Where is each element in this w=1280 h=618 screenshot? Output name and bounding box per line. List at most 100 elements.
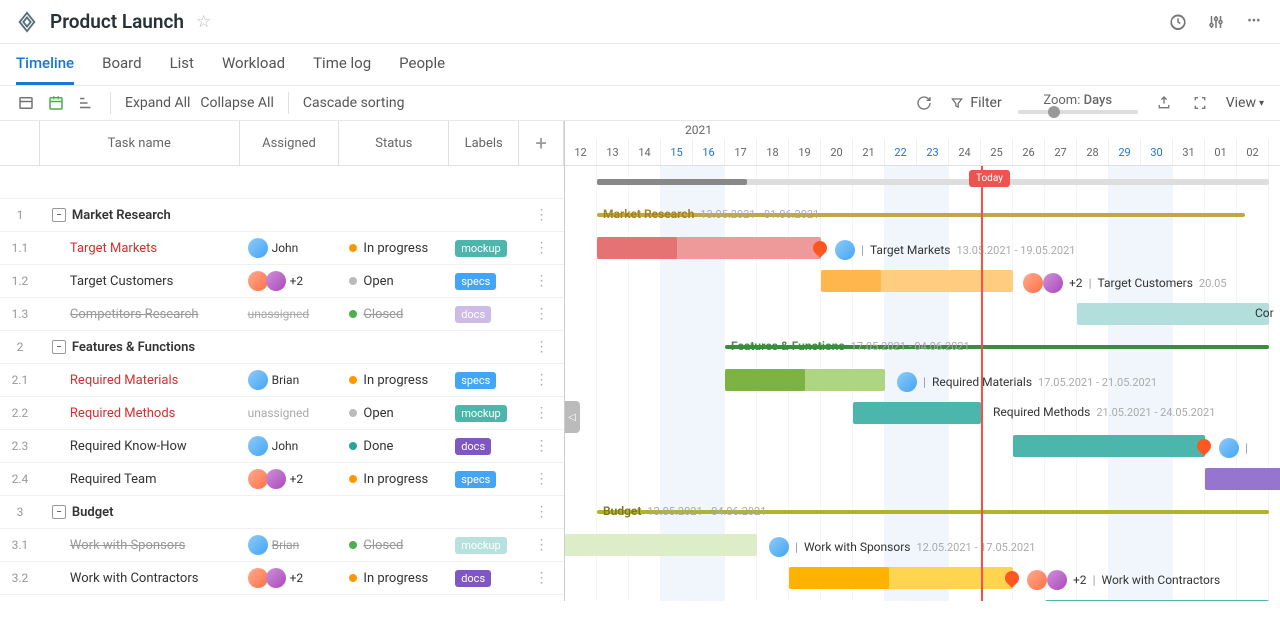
day-13[interactable]: 13 [597,139,629,165]
day-29[interactable]: 29 [1109,139,1141,165]
fullscreen-icon[interactable] [1190,93,1210,113]
assigned-cell[interactable]: John [240,238,340,258]
add-column-button[interactable]: + [519,121,564,165]
day-17[interactable]: 17 [725,139,757,165]
table-row[interactable]: 2.1Required MaterialsBrianIn progressspe… [0,364,564,397]
label-cell[interactable]: mockup [449,537,519,554]
assigned-cell[interactable]: John [240,436,340,456]
label-cell[interactable]: specs [449,273,519,290]
label-cell[interactable]: mockup [449,405,519,422]
row-menu-icon[interactable]: ⋮ [519,405,564,421]
status-cell[interactable]: In progress [339,472,449,487]
avatar[interactable] [1023,273,1043,293]
cascade-sorting-button[interactable]: Cascade sorting [303,95,405,111]
row-menu-icon[interactable]: ⋮ [519,207,564,223]
tab-people[interactable]: People [399,44,445,85]
status-cell[interactable]: In progress [339,373,449,388]
collapse-icon[interactable]: − [52,208,66,222]
assigned-cell[interactable]: Brian [240,535,340,555]
table-row[interactable]: 1−Market Research⋮ [0,199,564,232]
tab-time-log[interactable]: Time log [313,44,371,85]
day-19[interactable]: 19 [789,139,821,165]
table-row[interactable]: 1.1Target MarketsJohnIn progressmockup⋮ [0,232,564,265]
table-row[interactable]: 1.2Target Customers+2Openspecs⋮ [0,265,564,298]
day-18[interactable]: 18 [757,139,789,165]
export-icon[interactable] [1154,93,1174,113]
tab-board[interactable]: Board [102,44,141,85]
task-bar-sponsors[interactable] [565,534,757,556]
task-bar-required-team[interactable] [1205,468,1280,490]
col-status[interactable]: Status [339,121,449,165]
tab-workload[interactable]: Workload [222,44,285,85]
assigned-cell[interactable]: +2 [240,271,340,291]
row-menu-icon[interactable]: ⋮ [519,471,564,487]
status-cell[interactable]: Done [339,439,449,454]
collapse-icon[interactable]: − [52,340,66,354]
assigned-cell[interactable]: +2 [240,469,340,489]
assigned-cell[interactable]: +2 [240,568,340,588]
avatar[interactable] [769,537,789,557]
table-row[interactable]: 3−Budget⋮ [0,496,564,529]
avatar[interactable] [1043,273,1063,293]
label-cell[interactable]: specs [449,372,519,389]
day-20[interactable]: 20 [821,139,853,165]
task-bar-know-how[interactable] [1013,435,1205,457]
status-cell[interactable]: In progress [339,571,449,586]
table-row[interactable]: 1.3Competitors ResearchunassignedClosedd… [0,298,564,331]
table-row[interactable]: 3.3Model Product LifeBrianOpenspecs⋮ [0,595,564,601]
collapse-all-button[interactable]: Collapse All [200,95,273,111]
day-01[interactable]: 01 [1205,139,1237,165]
status-cell[interactable]: Closed [339,307,449,322]
label-cell[interactable]: docs [449,306,519,323]
row-menu-icon[interactable]: ⋮ [519,306,564,322]
more-menu-icon[interactable]: ••• [1244,12,1264,32]
col-labels[interactable]: Labels [449,121,519,165]
task-bar-competitors[interactable] [1077,303,1269,325]
row-menu-icon[interactable]: ⋮ [519,240,564,256]
row-menu-icon[interactable]: ⋮ [519,537,564,553]
label-cell[interactable]: docs [449,438,519,455]
day-25[interactable]: 25 [981,139,1013,165]
day-30[interactable]: 30 [1141,139,1173,165]
zoom-slider[interactable] [1018,110,1138,114]
avatar[interactable] [1047,570,1067,590]
day-23[interactable]: 23 [917,139,949,165]
row-menu-icon[interactable]: ⋮ [519,504,564,520]
status-cell[interactable]: Open [339,406,449,421]
row-menu-icon[interactable]: ⋮ [519,339,564,355]
filter-button[interactable]: Filter [950,95,1001,111]
calendar-icon[interactable] [46,93,66,113]
avatar[interactable] [897,372,917,392]
table-row[interactable]: 3.1Work with SponsorsBrianClosedmockup⋮ [0,529,564,562]
row-menu-icon[interactable]: ⋮ [519,570,564,586]
col-assigned[interactable]: Assigned [240,121,340,165]
day-31[interactable]: 31 [1173,139,1205,165]
refresh-icon[interactable] [914,93,934,113]
task-bar-model-life[interactable] [1045,600,1269,601]
row-menu-icon[interactable]: ⋮ [519,273,564,289]
day-12[interactable]: 12 [565,139,597,165]
expand-all-button[interactable]: Expand All [125,95,190,111]
collapse-grid-handle[interactable]: ◁ [565,401,580,433]
today-badge[interactable]: Today [969,170,1010,187]
collapse-icon[interactable]: − [52,505,66,519]
day-21[interactable]: 21 [853,139,885,165]
table-row[interactable]: 3.2Work with Contractors+2In progressdoc… [0,562,564,595]
history-icon[interactable] [1168,12,1188,32]
day-02[interactable]: 02 [1237,139,1269,165]
avatar[interactable] [1219,438,1239,458]
avatar[interactable] [1027,570,1047,590]
row-menu-icon[interactable]: ⋮ [519,438,564,454]
tab-timeline[interactable]: Timeline [16,44,74,85]
row-menu-icon[interactable]: ⋮ [519,372,564,388]
table-row[interactable]: 2.4Required Team+2In progressspecs⋮ [0,463,564,496]
view-dropdown[interactable]: View ▾ [1226,95,1264,111]
layout-icon[interactable] [16,93,36,113]
assigned-cell[interactable]: unassigned [240,307,340,321]
status-cell[interactable]: Open [339,274,449,289]
hierarchy-icon[interactable] [76,93,96,113]
label-cell[interactable]: docs [449,570,519,587]
day-15[interactable]: 15 [661,139,693,165]
status-cell[interactable]: Closed [339,538,449,553]
day-24[interactable]: 24 [949,139,981,165]
